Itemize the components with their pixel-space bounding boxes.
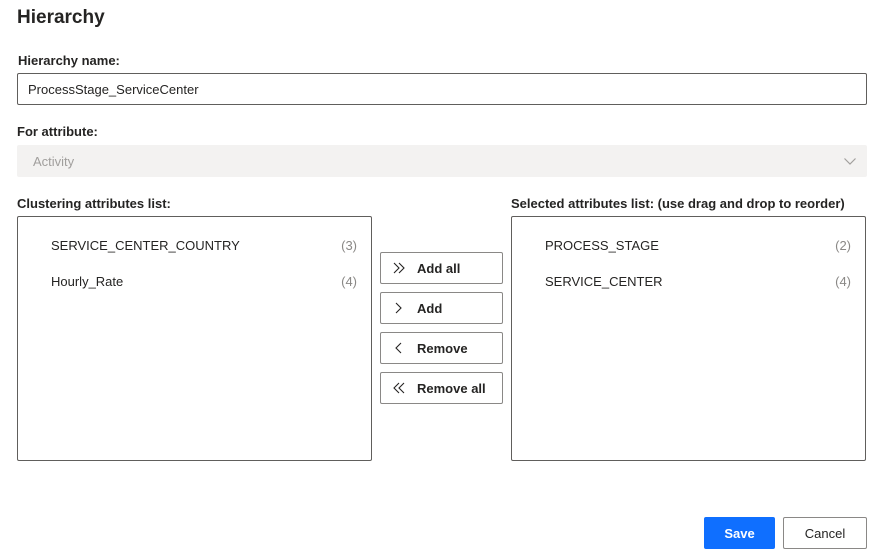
- for-attribute-select: Activity: [17, 145, 867, 177]
- list-item-name: SERVICE_CENTER: [545, 273, 663, 289]
- remove-label: Remove: [417, 340, 468, 356]
- add-button[interactable]: Add: [380, 292, 503, 324]
- for-attribute-label: For attribute:: [17, 124, 98, 139]
- selected-list-item[interactable]: SERVICE_CENTER (4): [512, 263, 865, 299]
- list-item-name: SERVICE_CENTER_COUNTRY: [51, 237, 240, 253]
- double-chevron-left-icon: [393, 382, 405, 394]
- dialog-title: Hierarchy: [17, 7, 105, 28]
- for-attribute-value: Activity: [33, 153, 75, 169]
- remove-all-label: Remove all: [417, 380, 486, 396]
- cancel-button[interactable]: Cancel: [783, 517, 867, 549]
- selected-list-label: Selected attributes list: (use drag and …: [511, 196, 845, 211]
- add-all-button[interactable]: Add all: [380, 252, 503, 284]
- list-item-count: (3): [341, 237, 357, 253]
- selected-attributes-list[interactable]: PROCESS_STAGE (2) SERVICE_CENTER (4): [511, 216, 866, 461]
- add-label: Add: [417, 300, 443, 316]
- clustering-list-label: Clustering attributes list:: [17, 196, 171, 211]
- list-item-count: (4): [341, 273, 357, 289]
- save-button[interactable]: Save: [704, 517, 775, 549]
- double-chevron-right-icon: [393, 262, 405, 274]
- clustering-attributes-list[interactable]: SERVICE_CENTER_COUNTRY (3) Hourly_Rate (…: [17, 216, 372, 461]
- remove-all-button[interactable]: Remove all: [380, 372, 503, 404]
- chevron-right-icon: [395, 302, 402, 314]
- list-item-count: (4): [835, 273, 851, 289]
- hierarchy-name-input[interactable]: [17, 73, 867, 105]
- list-item-name: Hourly_Rate: [51, 273, 124, 289]
- chevron-left-icon: [395, 342, 402, 354]
- list-item-count: (2): [835, 237, 851, 253]
- remove-button[interactable]: Remove: [380, 332, 503, 364]
- hierarchy-name-label: Hierarchy name:: [18, 53, 120, 68]
- clustering-list-item[interactable]: SERVICE_CENTER_COUNTRY (3): [18, 227, 371, 263]
- selected-list-item[interactable]: PROCESS_STAGE (2): [512, 227, 865, 263]
- chevron-down-icon: [844, 158, 856, 165]
- list-item-name: PROCESS_STAGE: [545, 237, 659, 253]
- clustering-list-item[interactable]: Hourly_Rate (4): [18, 263, 371, 299]
- add-all-label: Add all: [417, 260, 461, 276]
